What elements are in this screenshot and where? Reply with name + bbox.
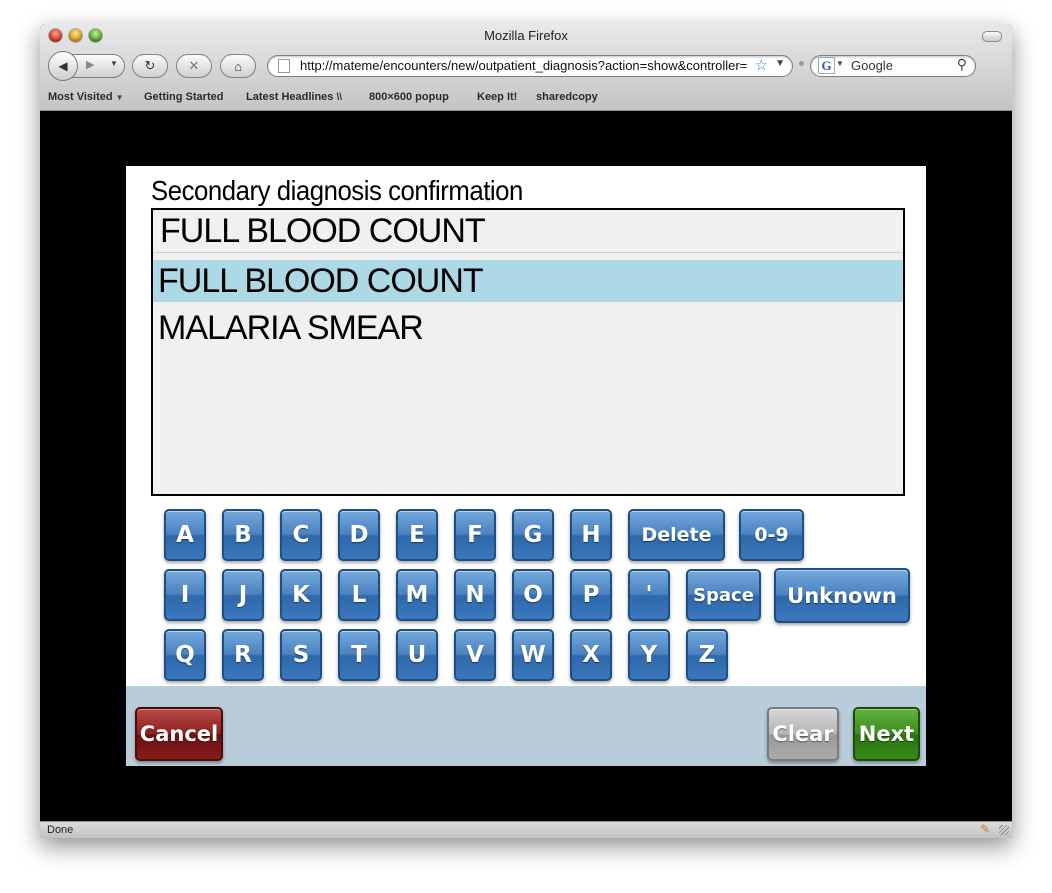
bookmark-label: Most Visited: [48, 91, 113, 103]
key-y[interactable]: Y: [628, 629, 670, 681]
back-forward-group: ◀ ▶ ▼: [48, 51, 125, 81]
key-a[interactable]: A: [164, 509, 206, 561]
bookmark-getting-started[interactable]: Getting Started: [144, 91, 223, 103]
addon-pen-icon[interactable]: ✎: [980, 822, 990, 836]
key-e[interactable]: E: [396, 509, 438, 561]
key-t[interactable]: T: [338, 629, 380, 681]
window-title: Mozilla Firefox: [484, 28, 568, 43]
key-n[interactable]: N: [454, 569, 496, 621]
cancel-button[interactable]: Cancel: [135, 707, 223, 761]
back-arrow-icon: ◀: [58, 59, 68, 73]
numbers-button[interactable]: 0-9: [739, 509, 804, 561]
status-bar: Done ✎: [40, 821, 1012, 838]
space-button[interactable]: Space: [686, 569, 761, 621]
key-o[interactable]: O: [512, 569, 554, 621]
stop-button[interactable]: ✕: [176, 54, 212, 78]
forward-button[interactable]: ▶: [86, 58, 94, 71]
bookmarks-toolbar: Most Visited ▼ Getting Started Latest He…: [40, 86, 1012, 110]
next-button[interactable]: Next: [853, 707, 920, 761]
search-placeholder: Google: [851, 58, 893, 73]
bookmark-latest-headlines[interactable]: Latest Headlines \\: [246, 91, 342, 103]
search-engine-icon[interactable]: G: [818, 57, 835, 74]
bookmark-most-visited[interactable]: Most Visited ▼: [48, 91, 124, 103]
delete-button[interactable]: Delete: [628, 509, 725, 561]
touchscreen-panel: Secondary diagnosis confirmation FULL BL…: [126, 166, 926, 766]
key-apostrophe[interactable]: ': [628, 569, 670, 621]
key-g[interactable]: G: [512, 509, 554, 561]
key-p[interactable]: P: [570, 569, 612, 621]
answer-input[interactable]: [153, 210, 903, 253]
url-history-dropdown-icon[interactable]: ▼: [775, 58, 785, 69]
page-content: Secondary diagnosis confirmation FULL BL…: [40, 111, 1012, 821]
key-j[interactable]: J: [222, 569, 264, 621]
url-text[interactable]: http://mateme/encounters/new/outpatient_…: [300, 58, 748, 73]
bookmark-sharedcopy[interactable]: sharedcopy: [536, 91, 598, 103]
button-footer: Cancel Clear Next: [126, 686, 926, 766]
key-v[interactable]: V: [454, 629, 496, 681]
bookmark-label: Latest Headlines: [246, 91, 334, 103]
key-m[interactable]: M: [396, 569, 438, 621]
option-item-malaria-smear[interactable]: MALARIA SMEAR: [153, 307, 903, 349]
key-k[interactable]: K: [280, 569, 322, 621]
status-text: Done: [47, 824, 74, 836]
rss-icon: \\: [336, 92, 343, 103]
key-d[interactable]: D: [338, 509, 380, 561]
stop-icon: ✕: [188, 58, 200, 73]
browser-window: Mozilla Firefox ◀ ▶ ▼ ↻ ✕ ⌂ http://matem…: [40, 24, 1012, 838]
key-l[interactable]: L: [338, 569, 380, 621]
key-z[interactable]: Z: [686, 629, 728, 681]
option-item-full-blood-count[interactable]: FULL BLOOD COUNT: [153, 260, 903, 302]
home-button[interactable]: ⌂: [220, 54, 256, 78]
answer-box: FULL BLOOD COUNT MALARIA SMEAR: [151, 208, 905, 496]
toolbar-separator: [799, 61, 804, 66]
bookmark-800x600-popup[interactable]: 800×600 popup: [369, 91, 449, 103]
key-r[interactable]: R: [222, 629, 264, 681]
page-icon: [278, 59, 290, 73]
reload-icon: ↻: [144, 58, 156, 73]
reload-button[interactable]: ↻: [132, 54, 168, 78]
search-icon[interactable]: ⚲: [957, 56, 967, 73]
key-i[interactable]: I: [164, 569, 206, 621]
key-u[interactable]: U: [396, 629, 438, 681]
chevron-down-icon: ▼: [115, 93, 124, 102]
toolbar-toggle-button[interactable]: [982, 31, 1002, 42]
search-bar[interactable]: G ▼ Google ⚲: [810, 55, 976, 77]
clear-button[interactable]: Clear: [767, 707, 839, 761]
key-q[interactable]: Q: [164, 629, 206, 681]
key-x[interactable]: X: [570, 629, 612, 681]
resize-grip-icon[interactable]: [999, 825, 1009, 835]
key-b[interactable]: B: [222, 509, 264, 561]
key-h[interactable]: H: [570, 509, 612, 561]
browser-chrome: Mozilla Firefox ◀ ▶ ▼ ↻ ✕ ⌂ http://matem…: [40, 24, 1012, 111]
home-icon: ⌂: [234, 58, 242, 74]
address-bar[interactable]: http://mateme/encounters/new/outpatient_…: [267, 55, 793, 77]
question-label: Secondary diagnosis confirmation: [151, 175, 523, 206]
history-dropdown-icon[interactable]: ▼: [110, 59, 118, 68]
key-f[interactable]: F: [454, 509, 496, 561]
bookmark-keep-it[interactable]: Keep It!: [477, 91, 517, 103]
key-s[interactable]: S: [280, 629, 322, 681]
key-c[interactable]: C: [280, 509, 322, 561]
bookmark-star-icon[interactable]: ☆: [755, 56, 768, 74]
key-w[interactable]: W: [512, 629, 554, 681]
unknown-button[interactable]: Unknown: [774, 568, 910, 623]
search-engine-dropdown-icon[interactable]: ▼: [836, 59, 844, 68]
back-button[interactable]: ◀: [48, 51, 78, 81]
